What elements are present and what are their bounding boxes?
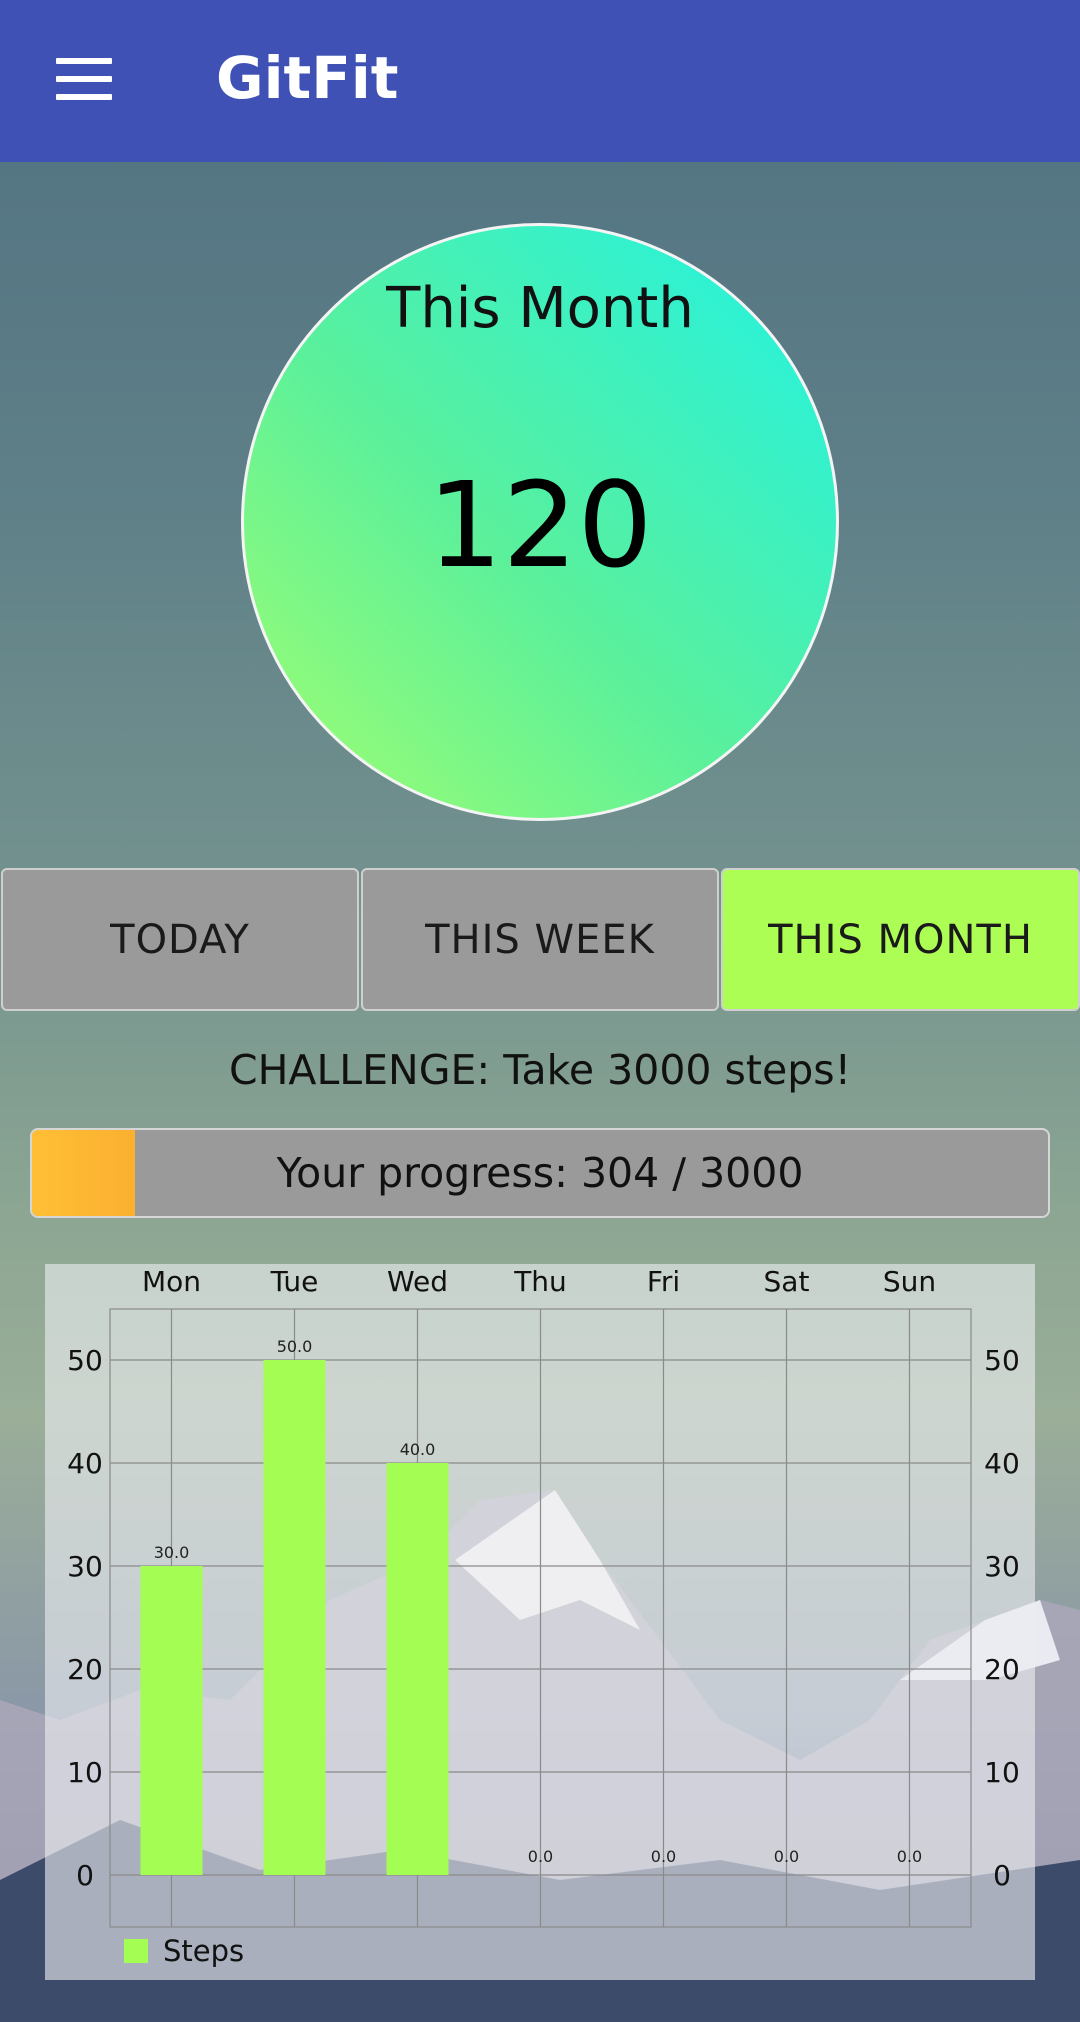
progress-bar: Your progress: 304 / 3000	[30, 1128, 1050, 1218]
steps-bar-chart: 0 0 10 10 20 20 30 30 40 40 50 50 Mon 30.0 Tue 50.0 Wed 4…	[67, 1265, 1020, 1928]
challenge-text: CHALLENGE: Take 3000 steps!	[228, 1046, 852, 1094]
legend-swatch	[124, 1939, 148, 1963]
y-tick-label-right: 10	[984, 1756, 1020, 1789]
app-bar: GitFit	[0, 0, 1080, 162]
bar-value-label: 0.0	[528, 1847, 553, 1866]
progress-text: Your progress: 304 / 3000	[276, 1149, 804, 1197]
bar-value-label: 40.0	[400, 1440, 436, 1459]
y-tick-label-right: 20	[984, 1653, 1020, 1686]
x-tick-label: Wed	[387, 1265, 448, 1298]
steps-chart: 0 0 10 10 20 20 30 30 40 40 50 50 Mon 30.0 Tue 50.0 Wed 4…	[45, 1264, 1035, 1980]
bar-value-label: 50.0	[277, 1337, 313, 1356]
y-tick-label-right: 50	[984, 1344, 1020, 1377]
y-tick-label-left: 30	[67, 1550, 103, 1583]
y-tick-label-left: 20	[67, 1653, 103, 1686]
bar-value-label: 30.0	[154, 1543, 190, 1562]
summary-label: This Month	[386, 276, 694, 341]
y-tick-label-right: 30	[984, 1550, 1020, 1583]
x-tick-label: Fri	[647, 1265, 680, 1298]
bar-value-label: 0.0	[651, 1847, 676, 1866]
app-title: GitFit	[216, 44, 399, 112]
y-tick-label-right: 0	[993, 1859, 1011, 1892]
y-tick-label-left: 0	[76, 1859, 94, 1892]
y-tick-label-left: 10	[67, 1756, 103, 1789]
bar-value-label: 0.0	[897, 1847, 922, 1866]
hamburger-menu-icon[interactable]	[56, 58, 112, 100]
legend-label: Steps	[163, 1934, 245, 1968]
bar	[263, 1360, 326, 1875]
bar	[386, 1463, 449, 1875]
tab-today[interactable]: TODAY	[1, 868, 359, 1011]
y-tick-label-left: 50	[67, 1344, 103, 1377]
x-tick-label: Mon	[142, 1265, 201, 1298]
bar-value-label: 0.0	[774, 1847, 799, 1866]
tab-this-month[interactable]: THIS MONTH	[721, 868, 1080, 1011]
tab-this-week[interactable]: THIS WEEK	[361, 868, 719, 1011]
bar	[140, 1566, 203, 1875]
x-tick-label: Thu	[513, 1265, 567, 1298]
x-tick-label: Sat	[764, 1265, 810, 1298]
x-tick-label: Tue	[270, 1265, 319, 1298]
y-tick-label-left: 40	[67, 1447, 103, 1480]
summary-circle: This Month 120	[241, 223, 839, 821]
summary-value: 120	[427, 456, 653, 594]
y-tick-label-right: 40	[984, 1447, 1020, 1480]
x-tick-label: Sun	[883, 1265, 936, 1298]
